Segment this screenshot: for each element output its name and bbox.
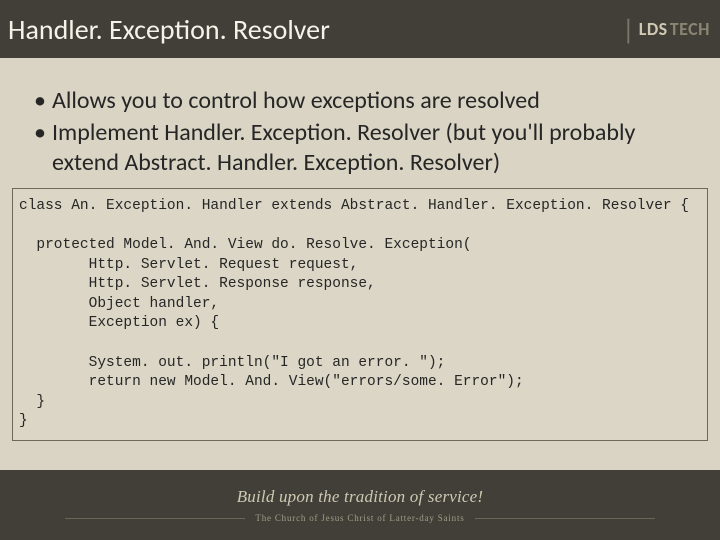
code-block: class An. Exception. Handler extends Abs… [12, 188, 708, 441]
bullet-item: Implement Handler. Exception. Resolver (… [30, 118, 690, 178]
logo: | LDSTECH [622, 12, 710, 47]
logo-text-tech: TECH [670, 18, 710, 40]
logo-divider: | [622, 12, 635, 47]
slide: Handler. Exception. Resolver | LDSTECH A… [0, 0, 720, 540]
footer-church-line: The Church of Jesus Christ of Latter-day… [65, 513, 654, 523]
bullet-list: Allows you to control how exceptions are… [30, 86, 690, 178]
footer-motto: Build upon the tradition of service! [237, 487, 484, 507]
footer-rule-right [475, 518, 655, 519]
slide-title: Handler. Exception. Resolver [8, 12, 330, 47]
bullet-item: Allows you to control how exceptions are… [30, 86, 690, 116]
footer-rule-left [65, 518, 245, 519]
slide-body: Allows you to control how exceptions are… [0, 58, 720, 441]
logo-text-lds: LDS [639, 18, 668, 40]
slide-footer: Build upon the tradition of service! The… [0, 470, 720, 540]
footer-church: The Church of Jesus Christ of Latter-day… [255, 513, 464, 523]
slide-header: Handler. Exception. Resolver | LDSTECH [0, 0, 720, 58]
